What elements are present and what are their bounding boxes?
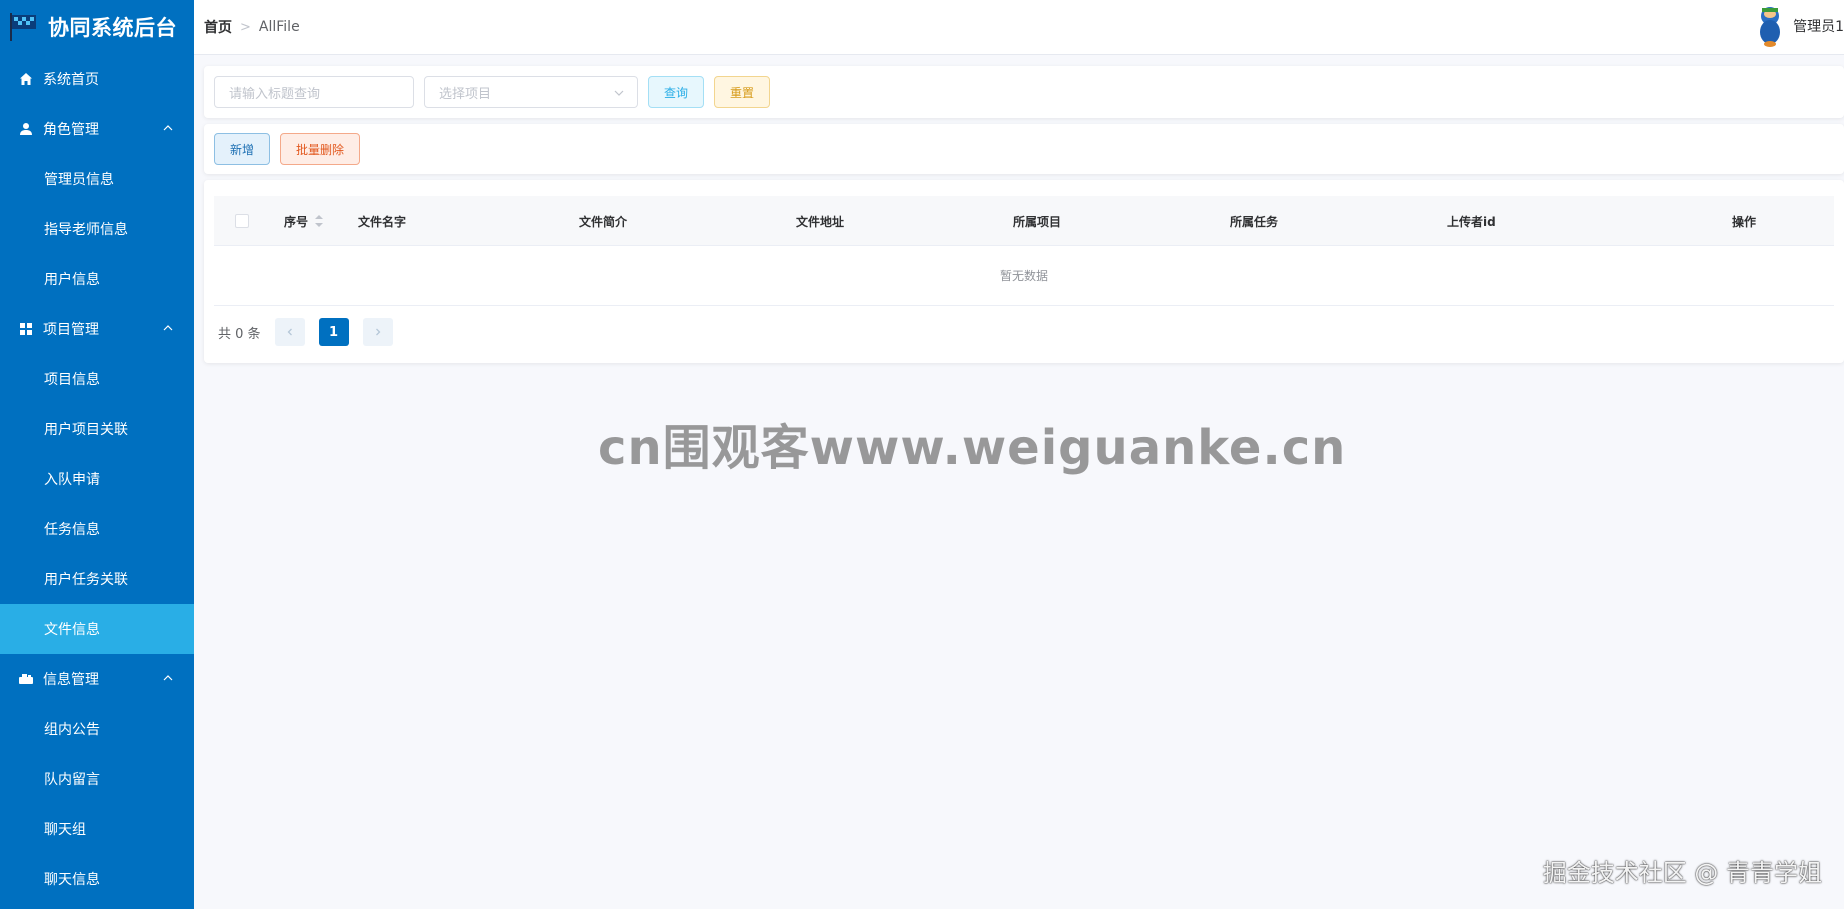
grid-icon bbox=[18, 321, 34, 337]
pagination: 共 0 条 1 bbox=[214, 306, 1834, 358]
batch-delete-button[interactable]: 批量删除 bbox=[280, 133, 360, 165]
project-select[interactable]: 选择项目 bbox=[424, 76, 638, 108]
flag-logo-icon bbox=[10, 13, 36, 41]
pagination-total: 共 0 条 bbox=[218, 326, 261, 342]
avatar bbox=[1760, 7, 1781, 47]
sidebar-item-group-notice[interactable]: 组内公告 bbox=[0, 704, 194, 754]
column-header-label: 所属任务 bbox=[1230, 214, 1279, 229]
column-header-actions: 操作 bbox=[1732, 196, 1756, 246]
sidebar-item-teacher-info[interactable]: 指导老师信息 bbox=[0, 204, 194, 254]
column-header-label: 文件地址 bbox=[796, 214, 845, 229]
sidebar-group-messages[interactable]: 信息管理 bbox=[0, 654, 194, 704]
sidebar-item-label: 文件信息 bbox=[44, 622, 100, 638]
title-search-placeholder: 请输入标题查询 bbox=[229, 86, 321, 102]
sidebar-item-user-info[interactable]: 用户信息 bbox=[0, 254, 194, 304]
prev-page-button[interactable] bbox=[274, 318, 305, 346]
sidebar-item-label: 信息管理 bbox=[43, 672, 99, 688]
corner-watermark: 掘金技术社区 @ 青青学姐 bbox=[1542, 859, 1822, 887]
column-header-index[interactable]: 序号 bbox=[284, 196, 324, 246]
table-empty-state: 暂无数据 bbox=[214, 246, 1834, 306]
chevron-left-icon bbox=[287, 328, 292, 336]
chevron-right-icon bbox=[375, 328, 380, 336]
center-watermark: cn围观客www.weiguanke.cn bbox=[598, 420, 1347, 476]
sidebar-item-project-info[interactable]: 项目信息 bbox=[0, 354, 194, 404]
sidebar-item-label: 聊天信息 bbox=[44, 872, 100, 888]
home-icon bbox=[18, 71, 34, 87]
sidebar-item-label: 用户信息 bbox=[44, 272, 100, 288]
table-header: 序号 文件名字 文件简介 文件地址 所属项目 所属任务 上传者id 操作 bbox=[214, 196, 1834, 246]
column-header-label: 序号 bbox=[284, 214, 309, 229]
app-title: 协同系统后台 bbox=[48, 16, 177, 40]
chevron-up-icon bbox=[163, 675, 173, 681]
user-icon bbox=[18, 121, 34, 137]
sidebar-item-label: 管理员信息 bbox=[44, 172, 114, 188]
sidebar-item-task-info[interactable]: 任务信息 bbox=[0, 504, 194, 554]
project-select-placeholder: 选择项目 bbox=[439, 86, 492, 102]
column-header-label: 操作 bbox=[1732, 214, 1757, 229]
sidebar-item-label: 指导老师信息 bbox=[44, 222, 128, 238]
column-header-file-name: 文件名字 bbox=[358, 196, 406, 246]
query-button[interactable]: 查询 bbox=[648, 76, 704, 108]
sidebar-item-label: 项目信息 bbox=[44, 372, 100, 388]
chevron-right-icon: > bbox=[240, 19, 251, 35]
breadcrumb-home[interactable]: 首页 bbox=[204, 17, 232, 37]
sidebar-item-label: 组内公告 bbox=[44, 722, 100, 738]
sort-icon[interactable] bbox=[314, 214, 324, 228]
next-page-button[interactable] bbox=[362, 318, 393, 346]
message-icon bbox=[18, 671, 34, 687]
column-header-label: 上传者id bbox=[1447, 214, 1496, 229]
sidebar: 协同系统后台 系统首页 角色管理 管理员信息 指导老师信息 用户信息 项目管理 … bbox=[0, 0, 194, 909]
sidebar-item-label: 用户项目关联 bbox=[44, 422, 128, 438]
logo: 协同系统后台 bbox=[0, 0, 194, 54]
sidebar-item-label: 项目管理 bbox=[43, 322, 99, 338]
chevron-up-icon bbox=[163, 325, 173, 331]
sidebar-item-label: 用户任务关联 bbox=[44, 572, 128, 588]
column-header-file-desc: 文件简介 bbox=[579, 196, 627, 246]
select-all-checkbox[interactable] bbox=[235, 214, 249, 228]
sidebar-item-admin-info[interactable]: 管理员信息 bbox=[0, 154, 194, 204]
sidebar-item-user-task[interactable]: 用户任务关联 bbox=[0, 554, 194, 604]
title-search-input[interactable]: 请输入标题查询 bbox=[214, 76, 414, 108]
sidebar-item-file-info[interactable]: 文件信息 bbox=[0, 604, 194, 654]
breadcrumb: 首页 > AllFile bbox=[194, 17, 300, 37]
column-header-project: 所属项目 bbox=[1013, 196, 1061, 246]
column-header-uploader: 上传者id bbox=[1447, 196, 1496, 246]
chevron-up-icon bbox=[163, 125, 173, 131]
sidebar-item-team-message[interactable]: 队内留言 bbox=[0, 754, 194, 804]
sidebar-group-projects[interactable]: 项目管理 bbox=[0, 304, 194, 354]
sidebar-group-roles[interactable]: 角色管理 bbox=[0, 104, 194, 154]
sidebar-item-label: 队内留言 bbox=[44, 772, 100, 788]
sidebar-item-label: 入队申请 bbox=[44, 472, 100, 488]
breadcrumb-current: AllFile bbox=[258, 19, 300, 35]
sidebar-item-user-project[interactable]: 用户项目关联 bbox=[0, 404, 194, 454]
sidebar-item-join-request[interactable]: 入队申请 bbox=[0, 454, 194, 504]
column-header-label: 所属项目 bbox=[1013, 214, 1062, 229]
sidebar-item-chat-info[interactable]: 聊天信息 bbox=[0, 854, 194, 904]
action-bar: 新增 批量删除 bbox=[204, 124, 1844, 174]
column-header-task: 所属任务 bbox=[1230, 196, 1278, 246]
sidebar-item-label: 任务信息 bbox=[44, 522, 100, 538]
sidebar-item-chat-group[interactable]: 聊天组 bbox=[0, 804, 194, 854]
column-header-file-url: 文件地址 bbox=[796, 196, 844, 246]
column-header-label: 文件简介 bbox=[579, 214, 628, 229]
column-header-label: 文件名字 bbox=[358, 214, 407, 229]
sidebar-item-label: 角色管理 bbox=[43, 122, 99, 138]
page-number-button[interactable]: 1 bbox=[318, 318, 349, 346]
sidebar-item-home[interactable]: 系统首页 bbox=[0, 54, 194, 104]
username: 管理员1 bbox=[1793, 19, 1844, 35]
sidebar-item-label: 聊天组 bbox=[44, 822, 86, 838]
select-all-cell bbox=[235, 196, 249, 246]
add-button[interactable]: 新增 bbox=[214, 133, 270, 165]
chevron-down-icon bbox=[614, 90, 624, 96]
reset-button[interactable]: 重置 bbox=[714, 76, 770, 108]
user-menu[interactable]: 管理员1 bbox=[1753, 4, 1844, 48]
sidebar-item-label: 系统首页 bbox=[43, 72, 99, 88]
top-header: 首页 > AllFile 管理员1 bbox=[194, 0, 1844, 55]
search-bar: 请输入标题查询 选择项目 查询 重置 bbox=[204, 66, 1844, 118]
file-table-card: 序号 文件名字 文件简介 文件地址 所属项目 所属任务 上传者id 操作 暂无数… bbox=[204, 180, 1844, 363]
